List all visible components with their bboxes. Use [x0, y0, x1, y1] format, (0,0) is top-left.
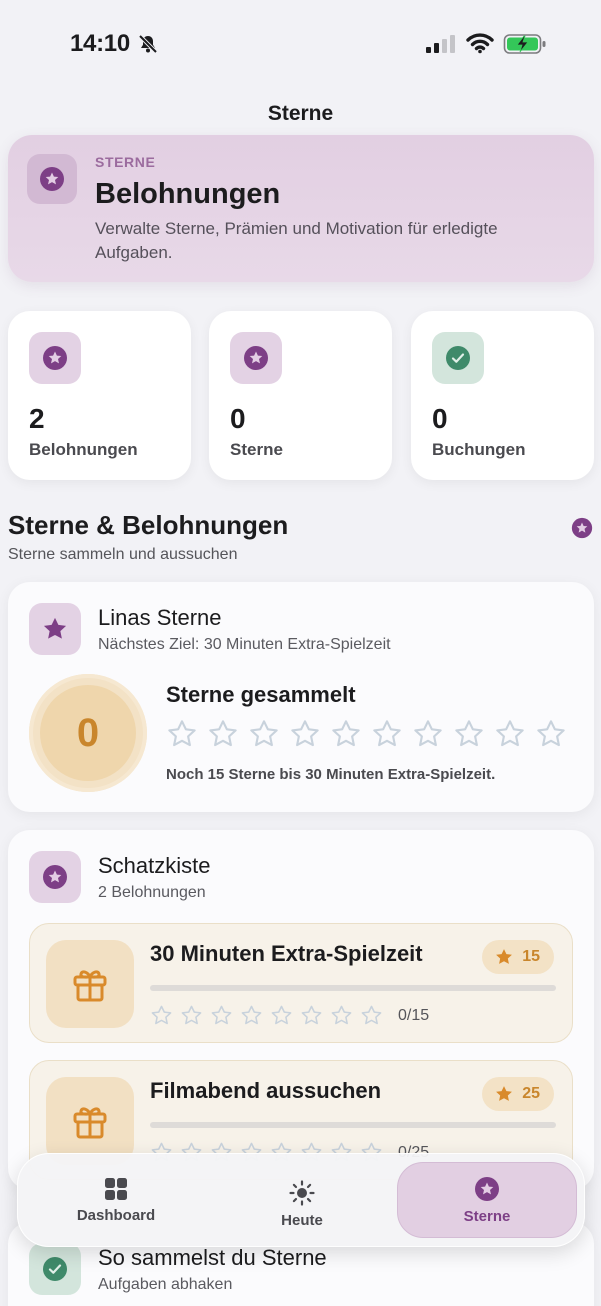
stat-value: 0 [230, 403, 246, 434]
progress-bar [150, 985, 556, 991]
star-slot-icon [291, 720, 319, 747]
cost-value: 15 [522, 948, 540, 965]
progress-bar [150, 1122, 556, 1128]
mini-stars [150, 1004, 383, 1027]
hero-icon-box [27, 154, 77, 204]
star-slots [166, 718, 567, 750]
mini-star-row: 0/15 [150, 1004, 429, 1027]
hero-card: STERNE Belohnungen Verwalte Sterne, Präm… [8, 135, 594, 282]
star-circle-icon [244, 346, 268, 370]
section-subtitle: Sterne sammeln und aussuchen [8, 546, 238, 563]
star-icon [496, 1086, 513, 1101]
tab-heute[interactable]: Heute [212, 1166, 392, 1242]
star-circle-icon [40, 167, 64, 191]
stat-value: 0 [432, 403, 448, 434]
reward-title: 30 Minuten Extra-Spielzeit [150, 941, 423, 966]
mini-star-icon [331, 1005, 352, 1025]
sun-icon [289, 1179, 315, 1206]
gift-icon-box [46, 1077, 134, 1165]
mini-star-icon [211, 1005, 232, 1025]
battery-charging-icon [503, 34, 546, 54]
reward-title: Filmabend aussuchen [150, 1078, 382, 1103]
stat-card-buchungen[interactable]: 0 Buchungen [411, 311, 594, 480]
star-slot-icon [332, 720, 360, 747]
treasure-card: Schatzkiste 2 Belohnungen 30 Minuten Ext… [8, 830, 594, 1190]
progress-text: 0/15 [398, 1006, 430, 1024]
nav-title: Sterne [267, 102, 334, 125]
hero-subtitle: Verwalte Sterne, Prämien und Motivation … [95, 219, 498, 262]
stat-label: Belohnungen [29, 440, 138, 459]
star-circle-icon [43, 865, 67, 889]
stat-icon-box [29, 332, 81, 384]
mini-star-icon [301, 1005, 322, 1025]
stat-card-sterne[interactable]: 0 Sterne [209, 311, 392, 480]
mini-star-icon [241, 1005, 262, 1025]
stars-card-title: Linas Sterne [98, 605, 222, 630]
mini-star-icon [271, 1005, 292, 1025]
tab-sterne[interactable]: Sterne [397, 1162, 577, 1238]
star-slot-icon [455, 720, 483, 747]
checkmark-circle-icon [43, 1257, 67, 1281]
treasure-subtitle: 2 Belohnungen [98, 884, 206, 901]
stat-card-belohnungen[interactable]: 2 Belohnungen [8, 311, 191, 480]
star-slot-icon [373, 720, 401, 747]
tab-label: Heute [281, 1211, 323, 1229]
gift-icon [73, 970, 107, 1002]
gift-icon [73, 1107, 107, 1139]
stat-icon-box [230, 332, 282, 384]
howto-icon-box [29, 1243, 81, 1295]
star-slot-icon [537, 720, 565, 747]
star-icon [496, 949, 513, 964]
star-circle-icon [43, 346, 67, 370]
stat-label: Sterne [230, 440, 283, 459]
stars-card: Linas Sterne Nächstes Ziel: 30 Minuten E… [8, 582, 594, 812]
collected-note: Noch 15 Sterne bis 30 Minuten Extra-Spie… [166, 766, 496, 783]
reward-card[interactable]: 30 Minuten Extra-Spielzeit 15 0/15 [29, 923, 573, 1043]
cost-badge: 25 [482, 1077, 554, 1111]
gift-icon-box [46, 940, 134, 1028]
star-slot-icon [209, 720, 237, 747]
bell-slash-icon [138, 34, 158, 54]
stars-card-subtitle: Nächstes Ziel: 30 Minuten Extra-Spielzei… [98, 636, 391, 653]
collected-title: Sterne gesammelt [166, 682, 356, 707]
cost-badge: 15 [482, 940, 554, 974]
stars-card-icon-box [29, 603, 81, 655]
tab-dashboard[interactable]: Dashboard [26, 1162, 206, 1238]
howto-subtitle: Aufgaben abhaken [98, 1276, 233, 1293]
tab-label: Dashboard [76, 1206, 156, 1224]
mini-star-icon [151, 1005, 172, 1025]
status-time: 14:10 [70, 30, 130, 57]
tab-bar: Dashboard Heute Sterne [17, 1153, 585, 1247]
hero-title: Belohnungen [95, 178, 281, 210]
treasure-icon-box [29, 851, 81, 903]
star-circle-icon [475, 1176, 499, 1201]
stat-icon-box [432, 332, 484, 384]
stat-label: Buchungen [432, 440, 526, 459]
mini-star-icon [181, 1005, 202, 1025]
stat-value: 2 [29, 403, 45, 434]
signal-icon [426, 35, 455, 53]
checkmark-circle-icon [446, 346, 470, 370]
star-slot-icon [250, 720, 278, 747]
mini-star-icon [361, 1005, 382, 1025]
hero-eyebrow: STERNE [95, 154, 156, 170]
cost-value: 25 [522, 1085, 540, 1102]
star-circle-icon [571, 517, 593, 539]
tab-label: Sterne [463, 1207, 511, 1225]
grid-icon [105, 1177, 127, 1200]
howto-title: So sammelst du Sterne [98, 1245, 327, 1270]
star-slot-icon [496, 720, 524, 747]
star-icon [43, 617, 67, 639]
star-count-badge: 0 [29, 674, 147, 792]
star-count: 0 [40, 685, 136, 781]
star-slot-icon [414, 720, 442, 747]
treasure-title: Schatzkiste [98, 853, 211, 878]
status-bar: 14:10 [0, 0, 601, 88]
wifi-icon [466, 33, 494, 54]
star-slot-icon [168, 720, 196, 747]
section-title: Sterne & Belohnungen [8, 510, 289, 540]
